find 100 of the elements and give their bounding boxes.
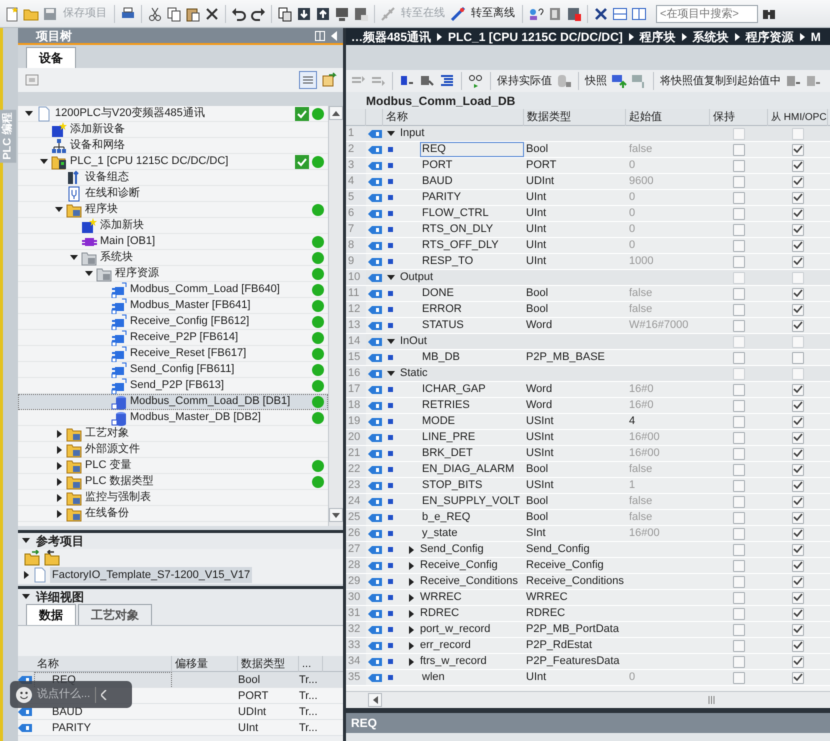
checkbox[interactable] [792, 464, 804, 476]
checkbox[interactable] [792, 336, 804, 348]
table-row[interactable]: 34 ftrs_w_record P2P_FeaturesData [346, 654, 830, 670]
tree-item[interactable]: 工艺对象 [18, 426, 328, 442]
table-row[interactable]: 2 REQ Bool false [346, 142, 830, 158]
tree-toggle-icon[interactable] [22, 571, 30, 579]
checkbox[interactable] [792, 576, 804, 588]
table-row[interactable]: 4 BAUD UDInt 9600 [346, 174, 830, 190]
tree-item[interactable]: 系统块 [18, 250, 328, 266]
tree-toggle-icon[interactable] [386, 338, 394, 346]
checkbox[interactable] [792, 144, 804, 156]
checkbox[interactable] [792, 480, 804, 492]
view-tab[interactable]: 数据 [26, 604, 76, 625]
breadcrumb-item[interactable]: 系统块 [692, 28, 729, 45]
table-row[interactable]: PARITY UInt Tr... [18, 720, 343, 736]
reference-project[interactable]: FactoryIO_Template_S7-1200_V15_V17 [50, 566, 252, 584]
tree-toggle-icon[interactable] [386, 274, 394, 282]
checkbox[interactable] [733, 128, 745, 140]
toolbar-button[interactable]: 将快照值复制到起始值中 [660, 72, 781, 90]
table-row[interactable]: 6 FLOW_CTRL UInt 0 [346, 206, 830, 222]
checkbox[interactable] [733, 512, 745, 524]
table-row[interactable]: 10 Output [346, 270, 830, 286]
checkbox[interactable] [733, 496, 745, 508]
checkbox[interactable] [792, 544, 804, 556]
checkbox[interactable] [792, 128, 804, 140]
tree-item[interactable]: 程序块 [18, 202, 328, 218]
table-row[interactable]: 12 ERROR Bool false [346, 302, 830, 318]
checkbox[interactable] [792, 640, 804, 652]
checkbox[interactable] [792, 224, 804, 236]
checkbox[interactable] [792, 272, 804, 284]
checkbox[interactable] [733, 528, 745, 540]
copy-icon[interactable] [166, 6, 182, 22]
tree-item[interactable]: 设备组态 [18, 170, 328, 186]
checkbox[interactable] [733, 448, 745, 460]
table-row[interactable]: 21 BRK_DET USInt 16#00 [346, 446, 830, 462]
checkbox[interactable] [733, 320, 745, 332]
table-row[interactable]: 33 err_record P2P_RdEstat [346, 638, 830, 654]
section-toggle-icon[interactable] [22, 593, 30, 601]
checkbox[interactable] [733, 560, 745, 572]
chat-toast[interactable]: 说点什么... [10, 681, 132, 708]
checkbox[interactable] [792, 672, 804, 684]
tree-toggle-icon[interactable] [85, 270, 93, 278]
tree-item[interactable]: 设备和网络 [18, 138, 328, 154]
checkbox[interactable] [792, 208, 804, 220]
split-vertical-icon[interactable] [631, 6, 647, 22]
table-row[interactable]: 19 MODE USInt 4 [346, 414, 830, 430]
checkbox[interactable] [792, 256, 804, 268]
table-row[interactable]: 16 Static [346, 366, 830, 382]
checkbox[interactable] [792, 304, 804, 316]
tree-item[interactable]: 在线备份 [18, 506, 328, 522]
tree-toggle-icon[interactable] [55, 478, 63, 486]
checkbox[interactable] [733, 368, 745, 380]
checkbox[interactable] [792, 496, 804, 508]
tree-toggle-icon[interactable] [407, 642, 415, 650]
checkbox[interactable] [792, 432, 804, 444]
breadcrumb-item[interactable]: M [810, 28, 821, 45]
tree-item[interactable]: PLC 变量 [18, 458, 328, 474]
checkbox[interactable] [792, 528, 804, 540]
tree-item[interactable]: PLC_1 [CPU 1215C DC/DC/DC] [18, 154, 328, 170]
open-reference-icon[interactable] [24, 550, 40, 566]
monitor-icon[interactable] [334, 6, 350, 22]
table-row[interactable]: 25 b_e_REQ Bool false [346, 510, 830, 526]
checkbox[interactable] [792, 448, 804, 460]
save-icon[interactable] [42, 6, 58, 22]
load-icon[interactable] [805, 73, 821, 89]
tree-toggle-icon[interactable] [40, 158, 48, 166]
tree-toggle-icon[interactable] [55, 510, 63, 518]
scrollbar[interactable] [328, 106, 343, 526]
tree-item[interactable]: Modbus_Comm_Load_DB [DB1] [18, 394, 328, 410]
tree-toggle-icon[interactable] [407, 610, 415, 618]
tree-toggle-icon[interactable] [55, 494, 63, 502]
checkbox[interactable] [733, 288, 745, 300]
table-row[interactable]: 5 PARITY UInt 0 [346, 190, 830, 206]
table-row[interactable]: 29 Receive_Conditions Receive_Conditions [346, 574, 830, 590]
table-row[interactable]: 3 PORT PORT 0 [346, 158, 830, 174]
upload-icon[interactable] [315, 6, 331, 22]
checkbox[interactable] [792, 400, 804, 412]
tree-item[interactable]: Receive_Reset [FB617] [18, 346, 328, 362]
collapse-panel-icon[interactable] [331, 30, 337, 40]
tree-toggle-icon[interactable] [407, 626, 415, 634]
breadcrumb-item[interactable]: PLC_1 [CPU 1215C DC/DC/DC] [448, 28, 623, 45]
undo-icon[interactable] [231, 6, 247, 22]
list-icon[interactable] [439, 73, 455, 89]
table-row[interactable]: 20 LINE_PRE USInt 16#00 [346, 430, 830, 446]
view-tab[interactable]: 工艺对象 [78, 604, 152, 625]
checkbox[interactable] [792, 160, 804, 172]
checkbox[interactable] [792, 608, 804, 620]
table-row[interactable]: 22 EN_DIAG_ALARM Bool false [346, 462, 830, 478]
checkbox[interactable] [733, 336, 745, 348]
checkbox[interactable] [733, 656, 745, 668]
go-offline-button[interactable]: 转至离线 [469, 5, 517, 22]
table-row[interactable]: 13 STATUS Word W#16#7000 [346, 318, 830, 334]
tree-toggle-icon[interactable] [407, 546, 415, 554]
tree-item[interactable]: Main [OB1] [18, 234, 328, 250]
reset-icon[interactable] [785, 73, 801, 89]
tree-toggle-icon[interactable] [55, 446, 63, 454]
checkbox[interactable] [733, 352, 745, 364]
simulation-icon[interactable] [353, 6, 369, 22]
redo-icon[interactable] [250, 6, 266, 22]
table-row[interactable]: 15 MB_DB P2P_MB_BASE [346, 350, 830, 366]
